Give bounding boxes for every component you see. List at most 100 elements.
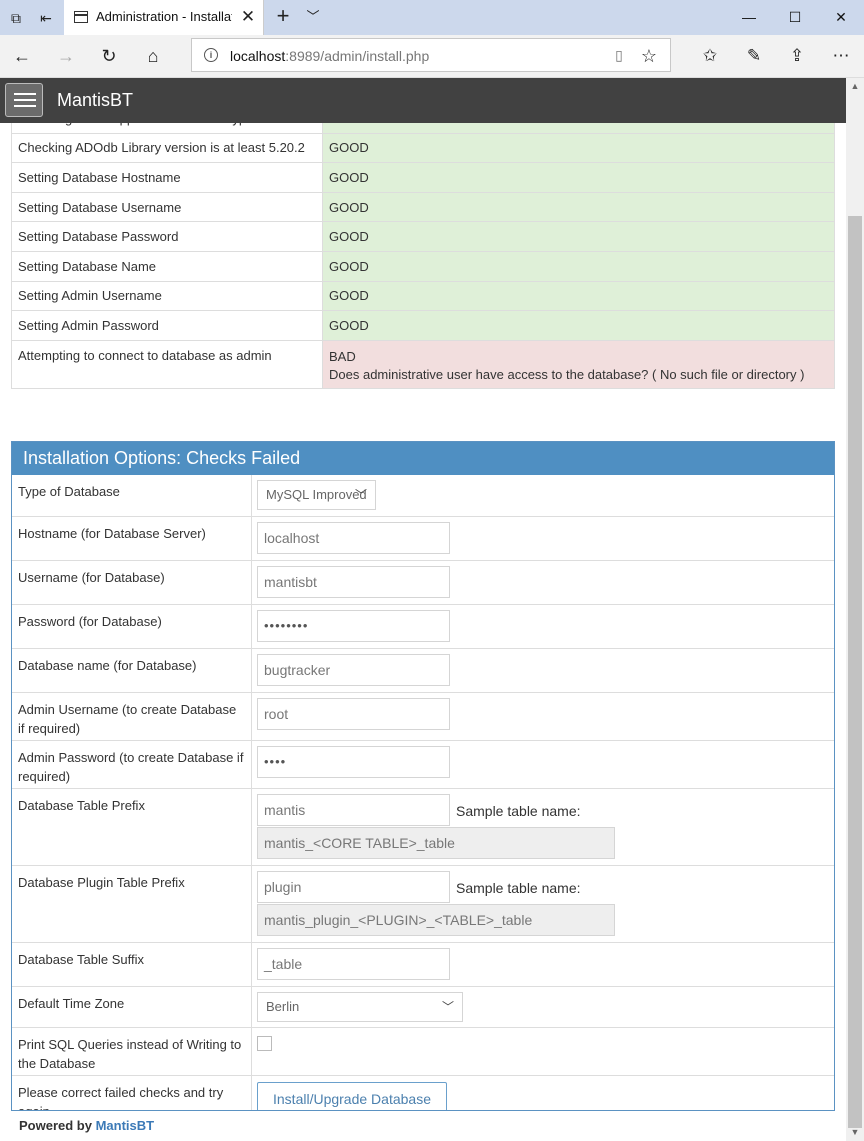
scroll-up-icon[interactable]: ▲ xyxy=(846,78,864,95)
favorites-list-icon[interactable]: ✩ xyxy=(696,43,724,69)
url-text[interactable]: localhost:8989/admin/install.php xyxy=(230,48,429,64)
form-row-table-suffix: Database Table Suffix _table xyxy=(12,943,834,987)
check-label: Setting Admin Username xyxy=(11,280,323,312)
form-row-username: Username (for Database) mantisbt xyxy=(12,561,834,605)
tab-actions-icon[interactable]: ⧉ xyxy=(6,8,26,28)
select-value: Berlin xyxy=(266,999,300,1014)
form-row-plugin-prefix: Database Plugin Table Prefix plugin Samp… xyxy=(12,866,834,943)
powered-by: Powered by MantisBT xyxy=(19,1118,154,1133)
page-content: MantisBT Checking PHP support for databa… xyxy=(0,78,846,1141)
page-icon xyxy=(74,11,88,23)
select-value: MySQL Improved xyxy=(266,487,367,502)
close-tab-icon[interactable]: ✕ xyxy=(240,7,256,27)
scroll-down-icon[interactable]: ▼ xyxy=(846,1124,864,1141)
check-label: Setting Database Name xyxy=(11,250,323,282)
vertical-scrollbar[interactable]: ▲ ▼ xyxy=(846,78,864,1141)
table-prefix-input[interactable]: mantis xyxy=(257,794,450,826)
check-row-failed: Attempting to connect to database as adm… xyxy=(11,339,835,389)
refresh-icon[interactable]: ↻ xyxy=(95,43,123,69)
new-tab-icon[interactable]: + xyxy=(272,5,294,28)
form-row-table-prefix: Database Table Prefix mantis Sample tabl… xyxy=(12,789,834,866)
sample-table-label: Sample table name: xyxy=(456,880,581,896)
url-path: :8989/admin/install.php xyxy=(285,48,430,64)
panel-title: Installation Options: Checks Failed xyxy=(23,448,301,468)
chevron-down-icon[interactable]: ﹀ xyxy=(302,6,324,28)
table-suffix-input[interactable]: _table xyxy=(257,948,450,980)
check-status: GOOD xyxy=(322,132,835,164)
powered-by-text: Powered by xyxy=(19,1118,92,1133)
print-sql-checkbox[interactable] xyxy=(257,1036,272,1051)
check-label: Setting Database Username xyxy=(11,191,323,223)
check-row: Checking ADOdb Library version is at lea… xyxy=(11,132,835,164)
check-label: Setting Database Password xyxy=(11,221,323,252)
check-status: GOOD xyxy=(322,250,835,282)
address-bar[interactable]: i localhost:8989/admin/install.php ▯ ☆ xyxy=(191,38,671,72)
scroll-thumb[interactable] xyxy=(848,216,862,1128)
back-arrow-icon[interactable]: ← xyxy=(8,43,36,69)
username-input[interactable]: mantisbt xyxy=(257,566,450,598)
sample-table-label: Sample table name: xyxy=(456,803,581,819)
reading-view-icon[interactable]: ▯ xyxy=(610,47,628,63)
browser-titlebar: ⧉ ⇤ Administration - Installation ✕ + ﹀ … xyxy=(0,0,864,35)
check-label: Attempting to connect to database as adm… xyxy=(11,339,323,389)
url-host: localhost xyxy=(230,48,286,64)
install-upgrade-button[interactable]: Install/Upgrade Database xyxy=(257,1082,447,1110)
form-row-dbname: Database name (for Database) bugtracker xyxy=(12,649,834,693)
field-label: Admin Password (to create Database if re… xyxy=(12,741,252,788)
admin-password-input[interactable]: •••• xyxy=(257,746,450,778)
browser-tab[interactable]: Administration - Installation ✕ xyxy=(64,0,264,35)
home-icon[interactable]: ⌂ xyxy=(139,43,167,69)
field-label: Type of Database xyxy=(12,475,252,516)
form-row-admin-password: Admin Password (to create Database if re… xyxy=(12,741,834,789)
check-status: GOOD xyxy=(322,191,835,223)
check-row: Setting Admin Password GOOD xyxy=(11,310,835,341)
form-row-db-type: Type of Database MySQL Improved ﹀ xyxy=(12,475,834,517)
check-row: Setting Database Username GOOD xyxy=(11,191,835,223)
password-input[interactable]: •••••••• xyxy=(257,610,450,642)
field-label: Default Time Zone xyxy=(12,987,252,1027)
field-label: Database Plugin Table Prefix xyxy=(12,866,252,942)
field-label: Database Table Suffix xyxy=(12,943,252,986)
form-row-timezone: Default Time Zone Berlin ﹀ xyxy=(12,987,834,1028)
form-row-print-sql: Print SQL Queries instead of Writing to … xyxy=(12,1028,834,1076)
dbname-input[interactable]: bugtracker xyxy=(257,654,450,686)
check-status: GOOD xyxy=(322,221,835,252)
share-icon[interactable]: ⇪ xyxy=(783,43,811,69)
plugin-prefix-input[interactable]: plugin xyxy=(257,871,450,903)
panel-header: Installation Options: Checks Failed xyxy=(12,442,834,475)
form-row-hostname: Hostname (for Database Server) localhost xyxy=(12,517,834,561)
brand-title[interactable]: MantisBT xyxy=(57,90,133,111)
check-status: GOOD xyxy=(322,280,835,312)
field-label: Username (for Database) xyxy=(12,561,252,604)
pen-icon[interactable]: ✎ xyxy=(740,43,768,69)
field-label: Admin Username (to create Database if re… xyxy=(12,693,252,740)
chevron-down-icon: ﹀ xyxy=(441,1000,454,1014)
db-type-select[interactable]: MySQL Improved ﹀ xyxy=(257,480,376,510)
check-row: Setting Database Hostname GOOD xyxy=(11,162,835,193)
prefix-sample-output: mantis_<CORE TABLE>_table xyxy=(257,827,615,859)
forward-arrow-icon[interactable]: → xyxy=(52,43,80,69)
tab-title: Administration - Installation xyxy=(96,9,232,24)
check-row: Setting Database Password GOOD xyxy=(11,221,835,252)
info-icon[interactable]: i xyxy=(204,48,218,62)
browser-navbar: ← → ↻ ⌂ i localhost:8989/admin/install.p… xyxy=(0,35,864,78)
plugin-sample-output: mantis_plugin_<PLUGIN>_<TABLE>_table xyxy=(257,904,615,936)
chevron-down-icon: ﹀ xyxy=(354,488,367,502)
menu-toggle-button[interactable] xyxy=(5,83,43,117)
admin-username-input[interactable]: root xyxy=(257,698,450,730)
installation-options-panel: Installation Options: Checks Failed Type… xyxy=(11,441,835,1111)
close-window-icon[interactable]: ✕ xyxy=(818,0,864,34)
hostname-input[interactable]: localhost xyxy=(257,522,450,554)
field-label: Hostname (for Database Server) xyxy=(12,517,252,560)
check-status: BAD xyxy=(329,348,356,364)
mantisbt-link[interactable]: MantisBT xyxy=(96,1118,155,1133)
set-tabs-aside-icon[interactable]: ⇤ xyxy=(36,8,56,28)
favorite-star-icon[interactable]: ☆ xyxy=(638,45,660,67)
check-label: Setting Admin Password xyxy=(11,310,323,341)
timezone-select[interactable]: Berlin ﹀ xyxy=(257,992,463,1022)
minimize-icon[interactable]: — xyxy=(726,0,772,34)
more-options-icon[interactable]: ⋯ xyxy=(827,43,855,69)
app-header: MantisBT xyxy=(0,78,846,123)
maximize-icon[interactable]: ☐ xyxy=(772,0,818,34)
check-status-bad: BAD Does administrative user have access… xyxy=(322,339,835,389)
